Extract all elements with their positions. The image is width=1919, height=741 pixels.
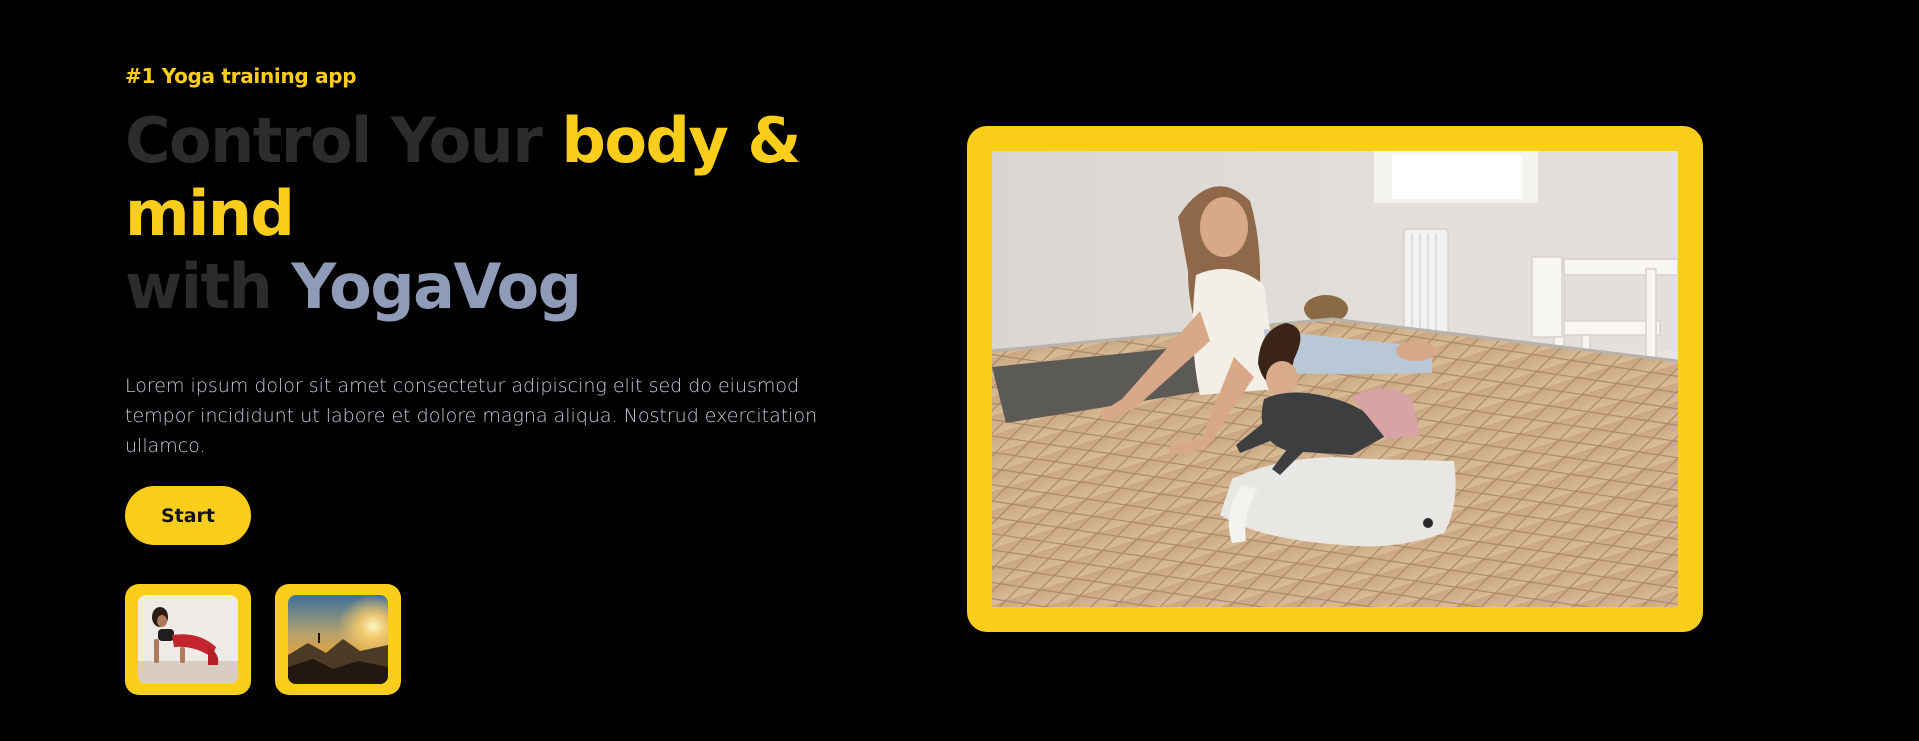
headline-part-body: body & <box>561 104 801 177</box>
headline-brand-name: YogaVog <box>291 250 582 323</box>
hero-description: Lorem ipsum dolor sit amet consectetur a… <box>125 375 818 457</box>
thumbnail-yoga-pose[interactable] <box>125 584 251 695</box>
woman-yoga-pose-photo <box>138 595 238 684</box>
hero-section: #1 Yoga training app Control Your body &… <box>0 0 1919 741</box>
start-button[interactable]: Start <box>125 486 251 545</box>
mother-child-yoga-photo <box>992 151 1678 607</box>
headline-part-mind: mind <box>125 177 295 250</box>
eyebrow-tagline: #1 Yoga training app <box>125 64 357 88</box>
page-title: Control Your body & mind with YogaVog <box>125 104 825 323</box>
headline-part-with: with <box>125 250 292 323</box>
headline-part-control: Control Your <box>125 104 562 177</box>
mountain-sunset-photo <box>288 595 388 684</box>
thumbnail-mountain-sunset[interactable] <box>275 584 401 695</box>
featured-image-frame <box>967 126 1703 632</box>
